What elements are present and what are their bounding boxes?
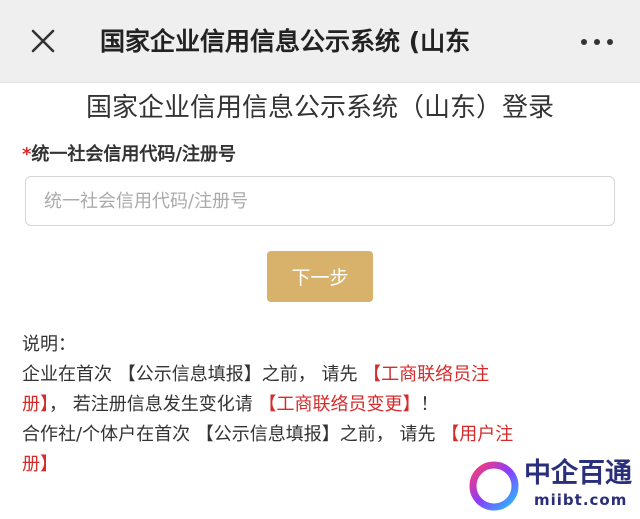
field-label: *统一社会信用代码/注册号 (22, 142, 236, 168)
watermark-name: 中企百通 (524, 458, 632, 489)
watermark-domain: miibt.com (534, 491, 628, 509)
notes-heading: 说明： (22, 334, 76, 355)
notes-text: ， 若注册信息发生变化请 (49, 394, 259, 415)
notes-text: ！ (420, 394, 439, 415)
notes-line: 企业在首次 【公示信息填报】之前， 请先 【工商联络员注 (22, 360, 622, 390)
liaison-register-link[interactable]: 【工商联络员注 (363, 364, 489, 385)
required-mark: * (22, 144, 32, 165)
notes-text: 合作社/个体户在首次 【公示信息填报】之前， 请先 (22, 424, 442, 445)
notes-text: 企业在首次 【公示信息填报】之前， 请先 (22, 364, 364, 385)
user-register-link[interactable]: 册】 (22, 454, 58, 475)
liaison-change-link[interactable]: 【工商联络员变更】 (258, 394, 420, 415)
notes-line: 合作社/个体户在首次 【公示信息填报】之前， 请先 【用户注 (22, 420, 622, 450)
watermark-logo-icon (469, 461, 519, 511)
page-title: 国家企业信用信息公示系统（山东）登录 (85, 93, 554, 123)
more-dots-icon[interactable] (574, 30, 620, 54)
notes-line: 册】， 若注册信息发生变化请 【工商联络员变更】！ (22, 390, 622, 420)
credit-code-input[interactable] (25, 176, 615, 226)
user-register-link[interactable]: 【用户注 (441, 424, 513, 445)
liaison-register-link[interactable]: 册】 (22, 394, 49, 415)
top-bar: 国家企业信用信息公示系统 (山东 (0, 0, 640, 83)
next-button[interactable]: 下一步 (267, 251, 373, 302)
watermark: 中企百通 miibt.com (468, 456, 636, 514)
close-icon[interactable] (26, 24, 60, 58)
field-label-text: 统一社会信用代码/注册号 (31, 144, 236, 165)
window-title: 国家企业信用信息公示系统 (山东 (100, 24, 518, 60)
